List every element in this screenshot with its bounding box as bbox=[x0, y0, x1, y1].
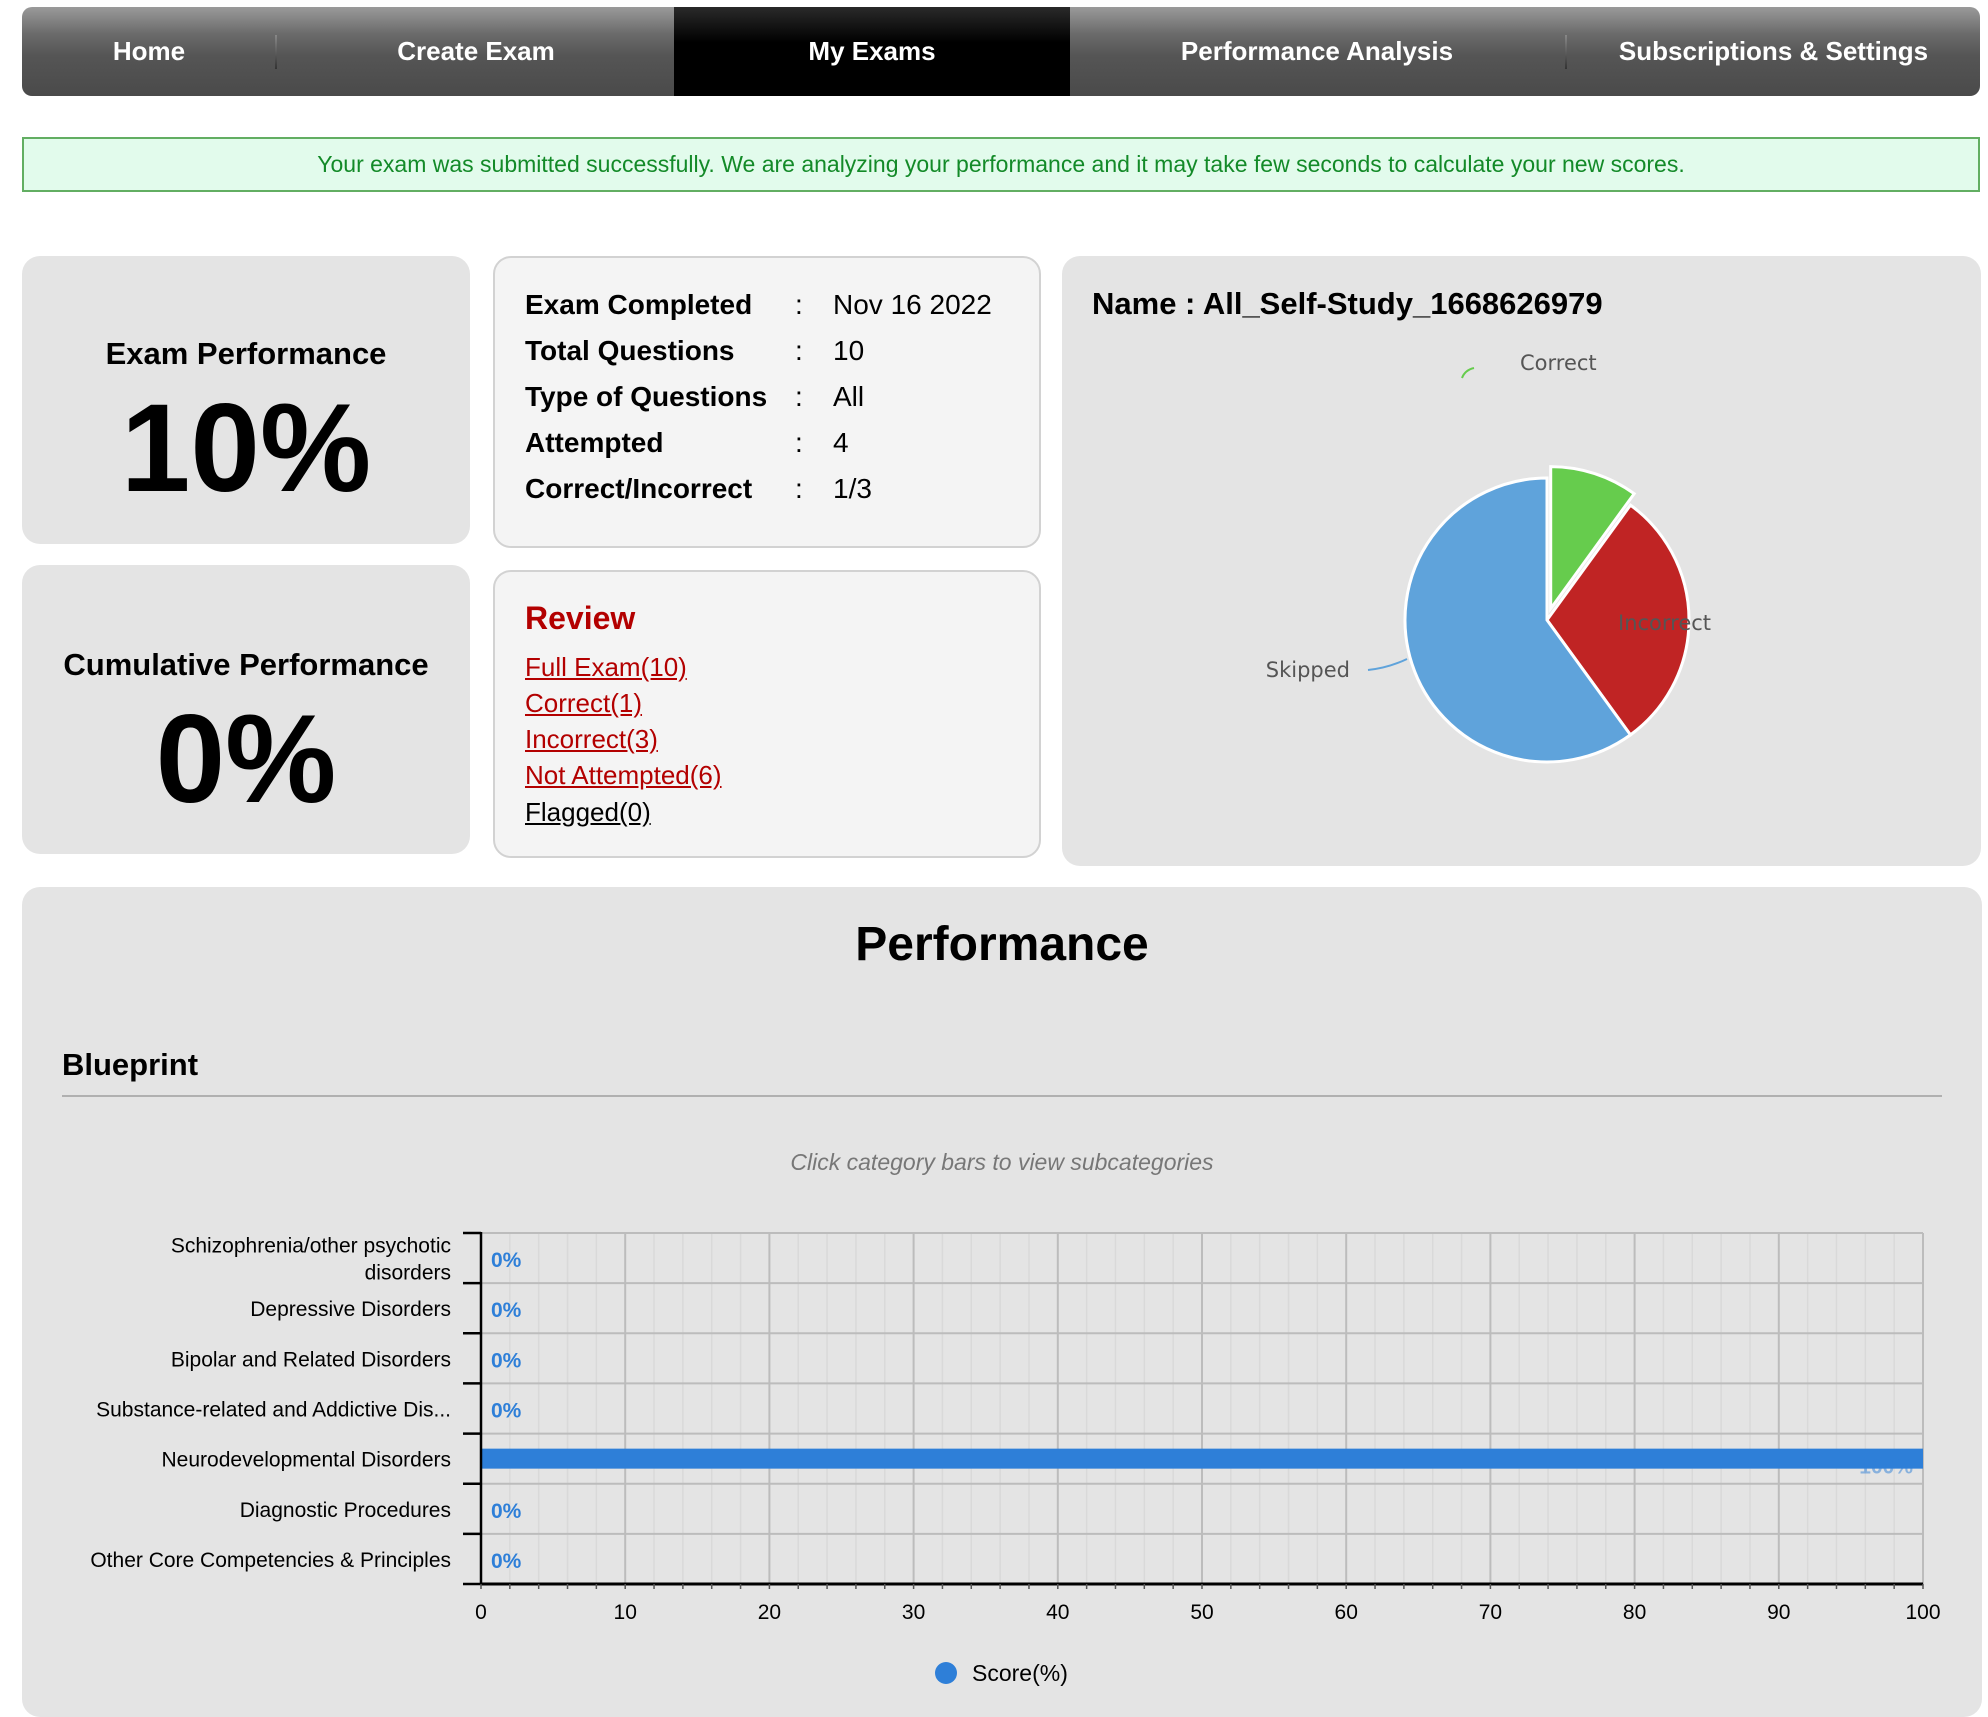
legend-label[interactable]: Score(%) bbox=[972, 1660, 1068, 1686]
x-tick-label: 70 bbox=[1479, 1601, 1502, 1624]
x-tick-label: 30 bbox=[902, 1601, 925, 1624]
info-row-attempted: Attempted : 4 bbox=[525, 423, 849, 463]
exam-summary-pie-card: Name : All_Self-Study_1668626979 Correct… bbox=[1062, 256, 1981, 866]
info-value: 4 bbox=[833, 427, 849, 458]
category-label[interactable]: Schizophrenia/other psychotic bbox=[171, 1235, 451, 1258]
bar-value-label: 0% bbox=[491, 1249, 522, 1272]
bar-value-label: 0% bbox=[491, 1400, 522, 1423]
x-tick-label: 50 bbox=[1190, 1601, 1213, 1624]
info-value: Nov 16 2022 bbox=[833, 289, 992, 320]
review-link-not-attempted[interactable]: Not Attempted(6) bbox=[525, 760, 722, 791]
exam-info-card: Exam Completed : Nov 16 2022 Total Quest… bbox=[493, 256, 1041, 548]
x-tick-label: 100 bbox=[1905, 1601, 1940, 1624]
info-separator: : bbox=[795, 289, 803, 320]
info-label: Attempted bbox=[525, 427, 664, 458]
info-row-type-of-questions: Type of Questions : All bbox=[525, 377, 864, 417]
exam-performance-value: 10% bbox=[120, 379, 372, 518]
pie-leader-correct bbox=[1461, 367, 1475, 379]
bar-value-label: 0% bbox=[491, 1500, 522, 1523]
info-label: Total Questions bbox=[525, 335, 735, 366]
exam-performance-card: Exam Performance 10% bbox=[22, 256, 470, 544]
x-tick-label: 0 bbox=[475, 1601, 487, 1624]
info-row-exam-completed: Exam Completed : Nov 16 2022 bbox=[525, 285, 992, 325]
info-label: Exam Completed bbox=[525, 289, 753, 320]
review-card: Review Full Exam(10) Correct(1) Incorrec… bbox=[493, 570, 1041, 858]
bar-4[interactable] bbox=[481, 1448, 1923, 1469]
pie-label-skipped: Skipped bbox=[1266, 658, 1350, 682]
cumulative-performance-value: 0% bbox=[155, 690, 337, 829]
info-row-correct-incorrect: Correct/Incorrect : 1/3 bbox=[525, 469, 872, 509]
category-label[interactable]: Diagnostic Procedures bbox=[240, 1499, 451, 1522]
review-link-full-exam[interactable]: Full Exam(10) bbox=[525, 652, 687, 683]
info-row-total-questions: Total Questions : 10 bbox=[525, 331, 864, 371]
pie-label-correct: Correct bbox=[1520, 351, 1597, 375]
info-separator: : bbox=[795, 335, 803, 366]
bar-value-label: 0% bbox=[491, 1299, 522, 1322]
x-tick-label: 40 bbox=[1046, 1601, 1069, 1624]
review-link-correct[interactable]: Correct(1) bbox=[525, 688, 642, 719]
pie-label-incorrect: Incorrect bbox=[1618, 611, 1711, 635]
bar-value-label: 0% bbox=[491, 1349, 522, 1372]
bar-value-label: 0% bbox=[491, 1550, 522, 1573]
x-tick-label: 20 bbox=[758, 1601, 781, 1624]
exam-performance-title: Exam Performance bbox=[105, 336, 387, 371]
category-label[interactable]: disorders bbox=[365, 1262, 451, 1285]
nav-create-exam[interactable]: Create Exam bbox=[278, 7, 674, 96]
info-separator: : bbox=[795, 381, 803, 412]
info-separator: : bbox=[795, 473, 803, 504]
info-value: 1/3 bbox=[833, 473, 872, 504]
review-title: Review bbox=[525, 600, 636, 636]
x-tick-label: 10 bbox=[614, 1601, 637, 1624]
blueprint-bar-chart: 0% Schizophrenia/other psychotic disorders… bbox=[90, 1231, 1941, 1686]
success-alert-message: Your exam was submitted successfully. We… bbox=[317, 151, 1685, 177]
category-label[interactable]: Other Core Competencies & Principles bbox=[90, 1549, 451, 1572]
main-nav: Home Create Exam My Exams Performance An… bbox=[22, 7, 1980, 96]
nav-my-exams[interactable]: My Exams bbox=[674, 7, 1070, 96]
pie-leader-skipped bbox=[1367, 658, 1408, 671]
nav-performance-analysis[interactable]: Performance Analysis bbox=[1070, 7, 1564, 96]
category-label[interactable]: Depressive Disorders bbox=[250, 1298, 451, 1321]
bar-value-label: 100% bbox=[1859, 1456, 1913, 1479]
info-label: Type of Questions bbox=[525, 381, 768, 412]
x-tick-label: 80 bbox=[1623, 1601, 1646, 1624]
info-value: All bbox=[833, 381, 865, 412]
info-value: 10 bbox=[833, 335, 865, 366]
category-label[interactable]: Neurodevelopmental Disorders bbox=[162, 1449, 451, 1472]
review-link-flagged[interactable]: Flagged(0) bbox=[525, 797, 651, 828]
answer-pie-chart: Correct Incorrect Skipped bbox=[1266, 351, 1711, 764]
nav-subscriptions-settings[interactable]: Subscriptions & Settings bbox=[1567, 7, 1980, 96]
info-label: Correct/Incorrect bbox=[525, 473, 753, 504]
category-label[interactable]: Substance-related and Addictive Dis... bbox=[96, 1399, 451, 1422]
review-link-incorrect[interactable]: Incorrect(3) bbox=[525, 724, 658, 755]
success-alert: Your exam was submitted successfully. We… bbox=[22, 137, 1980, 192]
info-separator: : bbox=[795, 427, 803, 458]
x-tick-label: 90 bbox=[1767, 1601, 1790, 1624]
category-label[interactable]: Bipolar and Related Disorders bbox=[171, 1348, 451, 1371]
legend-marker bbox=[935, 1662, 957, 1684]
performance-card: Performance Blueprint Click category bar… bbox=[22, 887, 1982, 1717]
cumulative-performance-card: Cumulative Performance 0% bbox=[22, 565, 470, 854]
x-tick-label: 60 bbox=[1335, 1601, 1358, 1624]
cumulative-performance-title: Cumulative Performance bbox=[63, 647, 429, 682]
nav-divider bbox=[275, 35, 277, 69]
nav-home[interactable]: Home bbox=[22, 7, 276, 96]
